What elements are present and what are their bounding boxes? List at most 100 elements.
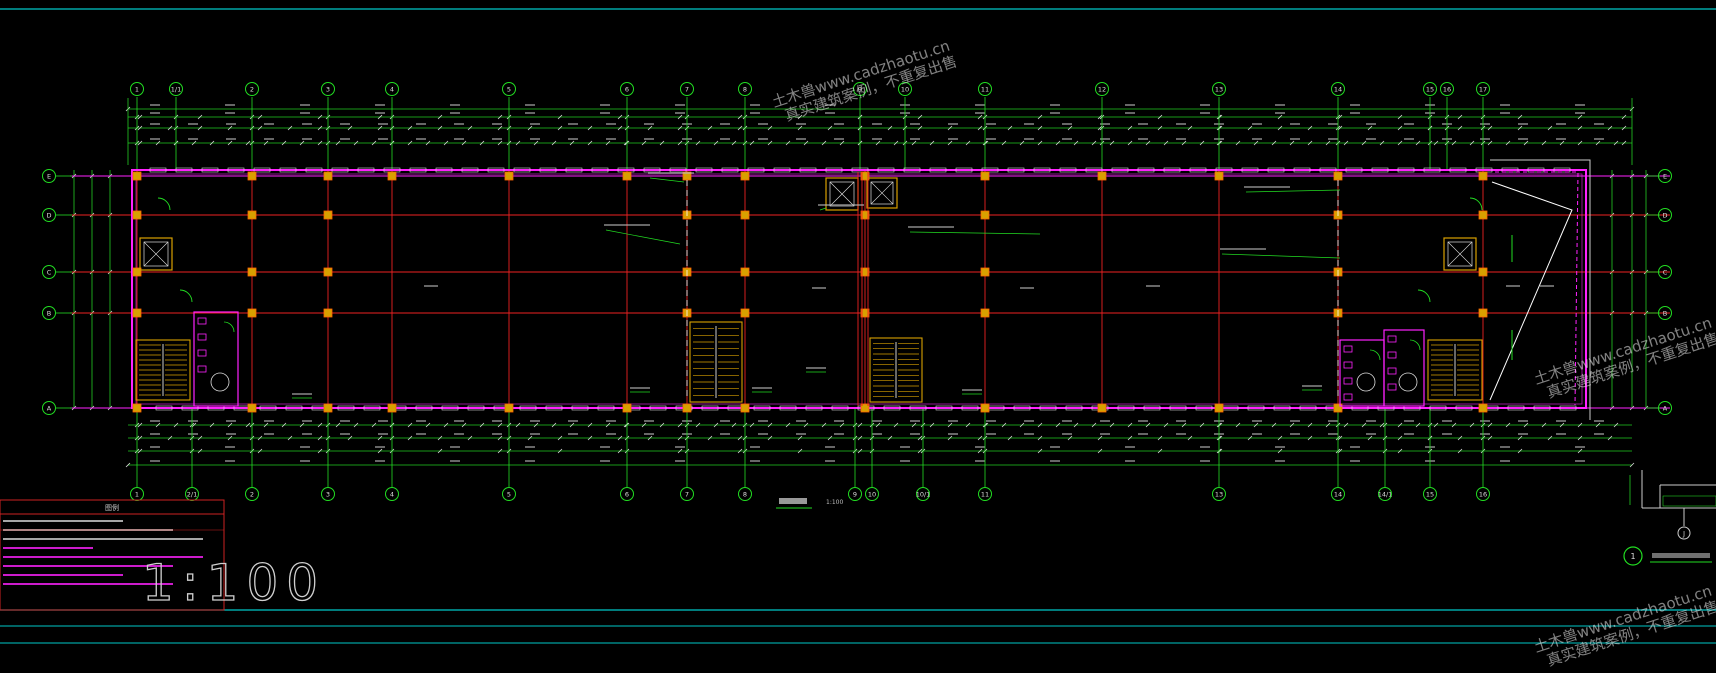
dim-text-bottom-2-1050 <box>1050 446 1060 448</box>
dim-text-top-1-1275 <box>1275 112 1285 114</box>
dim-text-top-2-530 <box>530 123 540 125</box>
dim-text-bottom-1-644 <box>644 433 654 435</box>
dim-text-bottom-1-264 <box>264 433 274 435</box>
dim-text-top-2-1518 <box>1518 123 1528 125</box>
detail-marker-label: J <box>1682 530 1685 538</box>
toilet-icon-3-fixture-2 <box>1387 367 1397 375</box>
column-328-176 <box>323 171 333 181</box>
stair-icon-2 <box>689 321 743 403</box>
dim-text-bottom-1-606 <box>606 433 616 435</box>
axis-label-top-7: 7 <box>685 86 689 94</box>
axis-label-top-15: 15 <box>1426 86 1434 94</box>
dim-text-top-2-492 <box>492 123 502 125</box>
top-dimension-lines <box>125 98 1635 165</box>
dim-text-top-1-450 <box>450 112 460 114</box>
column-328-408 <box>323 403 333 413</box>
dim-text-top-2-1594 <box>1594 123 1604 125</box>
cad-drawing-canvas[interactable]: 1 1/1 2 3 4 5 6 7 8 9 10 11 12 13 14 15 16 17 1 2/1 2 3 4 5 6 7 8… <box>0 0 1716 670</box>
dim-text-top-2-416 <box>416 123 426 125</box>
dim-text-bottom-3-300 <box>300 460 310 462</box>
dim-text-bottom-0-188 <box>188 420 198 422</box>
title-block-scale: 1:100 <box>142 554 326 612</box>
dim-text-bottom-1-910 <box>910 433 920 435</box>
elevator-icon <box>139 237 173 271</box>
dim-text-top-3-264 <box>264 138 274 140</box>
dim-text-top-2-1176 <box>1176 123 1186 125</box>
leader-4 <box>649 177 685 183</box>
dim-text-top-2-644 <box>644 123 654 125</box>
axis-label-bottom-13: 13 <box>1215 491 1223 499</box>
dim-text-top-1-1200 <box>1200 112 1210 114</box>
leader-5 <box>819 207 827 211</box>
stair-icon-3 <box>869 337 923 403</box>
dim-text-top-2-340 <box>340 123 350 125</box>
dim-text-bottom-1-226 <box>226 433 236 435</box>
elevator-icon-4 <box>1443 237 1477 271</box>
detail-number-label: 1 <box>1630 552 1635 561</box>
row-axis-bubbles[interactable]: E E D D C C B B A A <box>42 169 1672 415</box>
axis-label-bottom-15: 15 <box>1426 491 1434 499</box>
dim-text-bottom-0-1290 <box>1290 420 1300 422</box>
toilet-icon-2-fixture-1 <box>1343 361 1353 369</box>
dim-text-top-2-1138 <box>1138 123 1148 125</box>
dim-text-top-0-375 <box>375 104 385 106</box>
dim-text-bottom-0-720 <box>720 420 730 422</box>
dim-text-bottom-3-150 <box>150 460 160 462</box>
axis-label-top-16: 16 <box>1443 86 1451 94</box>
dim-text-bottom-3-1050 <box>1050 460 1060 462</box>
axis-label-bottom-10: 10 <box>868 491 876 499</box>
dim-text-bottom-0-1404 <box>1404 420 1414 422</box>
bottom-dimension-lines <box>125 420 1635 468</box>
dim-text-top-2-910 <box>910 123 920 125</box>
axis-label-row-A-right: A <box>1663 405 1668 413</box>
column-1338-408 <box>1333 403 1343 413</box>
dim-text-top-3-606 <box>606 138 616 140</box>
dim-text-bottom-0-302 <box>302 420 312 422</box>
dim-text-top-3-1290 <box>1290 138 1300 140</box>
toilet-icon-3-fixture-0 <box>1387 335 1397 343</box>
dim-text-top-3-1480 <box>1480 138 1490 140</box>
column-985-313 <box>980 308 990 318</box>
axis-label-bottom-14/1: 14/1 <box>1378 491 1393 499</box>
room-label-4 <box>1540 285 1554 287</box>
dim-text-bottom-1-378 <box>378 433 388 435</box>
legend-row-0 <box>3 520 123 522</box>
column-745-176 <box>740 171 750 181</box>
column-985-408 <box>980 403 990 413</box>
legend-table: 图例 1:100 <box>0 499 326 613</box>
dim-text-bottom-1-568 <box>568 433 578 435</box>
dim-text-top-2-720 <box>720 123 730 125</box>
dim-text-bottom-2-525 <box>525 446 535 448</box>
axis-label-bottom-9: 9 <box>853 491 857 499</box>
dim-text-bottom-2-1200 <box>1200 446 1210 448</box>
bottom-axis-bubbles[interactable]: 1 2/1 2 3 4 5 6 7 8 9 10 10/1 11 13 14 14/1 15 16 <box>130 487 1490 501</box>
dim-text-bottom-2-1500 <box>1500 446 1510 448</box>
dim-text-top-2-454 <box>454 123 464 125</box>
dim-text-bottom-2-1125 <box>1125 446 1135 448</box>
dim-text-top-3-948 <box>948 138 958 140</box>
column-137-313 <box>132 308 142 318</box>
dim-text-top-3-1594 <box>1594 138 1604 140</box>
dim-text-top-0-525 <box>525 104 535 106</box>
column-985-176 <box>980 171 990 181</box>
axis-label-bottom-6: 6 <box>625 491 629 499</box>
dim-text-top-0-1200 <box>1200 104 1210 106</box>
toilet-icon-3 <box>1383 329 1425 407</box>
dim-text-bottom-0-416 <box>416 420 426 422</box>
dim-text-bottom-0-1518 <box>1518 420 1528 422</box>
axis-label-top-1/1: 1/1 <box>171 86 181 94</box>
column-1483-272 <box>1478 267 1488 277</box>
dim-text-top-1-150 <box>150 112 160 114</box>
dim-text-top-3-340 <box>340 138 350 140</box>
dim-text-top-0-1125 <box>1125 104 1135 106</box>
dim-text-top-2-758 <box>758 123 768 125</box>
dim-text-bottom-1-1252 <box>1252 433 1262 435</box>
toilet-icon-2-outline <box>1339 339 1385 407</box>
leader-2 <box>1221 253 1341 259</box>
dim-text-top-2-1480 <box>1480 123 1490 125</box>
dim-text-bottom-1-1556 <box>1556 433 1566 435</box>
dim-text-top-2-1328 <box>1328 123 1338 125</box>
dim-text-bottom-0-492 <box>492 420 502 422</box>
dim-text-top-2-1366 <box>1366 123 1376 125</box>
dim-text-top-3-150 <box>150 138 160 140</box>
